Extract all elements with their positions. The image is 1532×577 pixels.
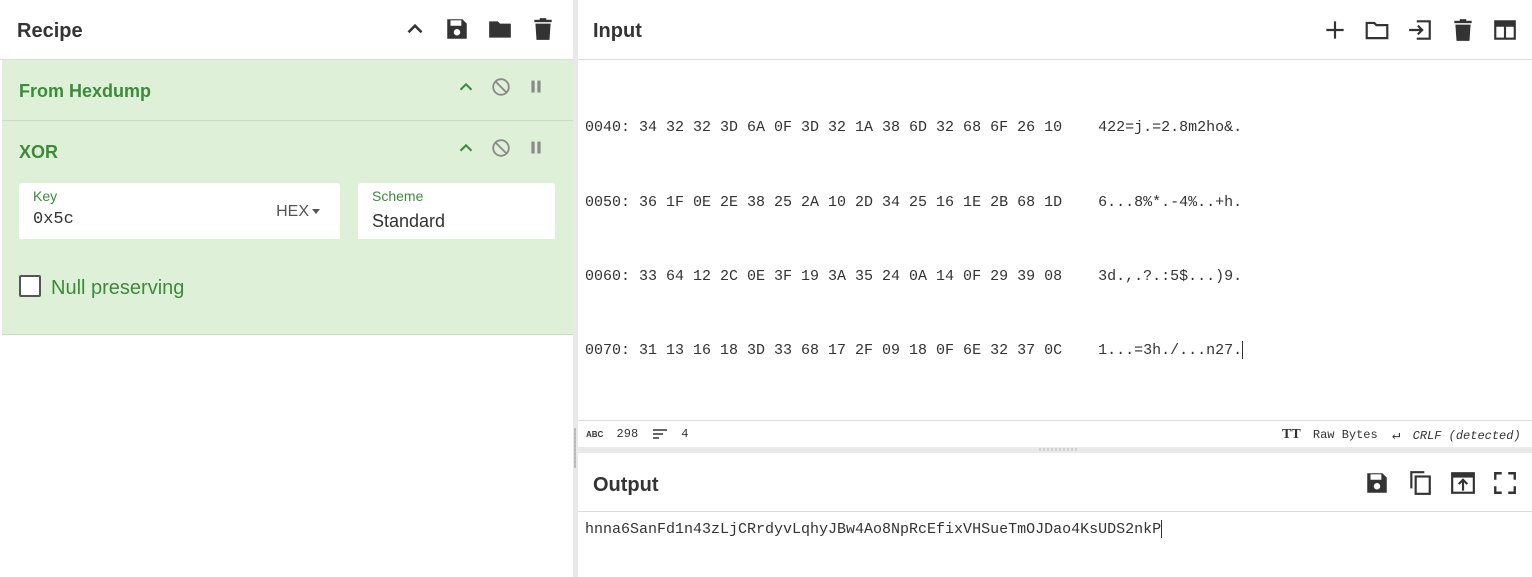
recipe-pane: Recipe From Hexdump XOR Key 0x5c HEX Sch… — [0, 0, 573, 577]
lines-stat: 4 — [652, 427, 688, 441]
operation-from-hexdump[interactable]: From Hexdump — [2, 60, 573, 121]
input-pane: Input 0040: 34 32 32 3D 6A 0F 3D 32 1A 3… — [578, 0, 1532, 448]
output-title: Output — [593, 474, 659, 496]
abc-icon: ABC — [586, 430, 604, 439]
null-preserving-checkbox[interactable] — [19, 275, 41, 297]
key-field[interactable]: Key 0x5c HEX — [19, 183, 340, 239]
import-icon[interactable] — [1407, 17, 1433, 43]
copy-icon[interactable] — [1407, 470, 1433, 496]
output-pane: Output hnna6SanFd1n43zLjCRrdyvLqhyJBw4Ao… — [578, 453, 1532, 577]
length-stat: ABC 298 — [586, 427, 638, 441]
text-cursor — [1161, 520, 1163, 538]
scheme-label: Scheme — [372, 188, 424, 204]
input-title: Input — [593, 20, 642, 42]
text-cursor — [1242, 340, 1244, 359]
maximize-icon[interactable] — [1492, 470, 1518, 496]
trash-icon[interactable] — [530, 16, 556, 42]
output-text[interactable]: hnna6SanFd1n43zLjCRrdyvLqhyJBw4Ao8NpRcEf… — [585, 520, 1163, 538]
plus-icon[interactable] — [1322, 17, 1348, 43]
eol-value: CRLF (detected) — [1412, 429, 1521, 443]
chevron-up-icon[interactable] — [455, 137, 477, 159]
layout-icon[interactable] — [1492, 17, 1518, 43]
open-in-input-icon[interactable] — [1450, 470, 1476, 496]
chevron-up-icon[interactable] — [402, 16, 428, 42]
operation-title: XOR — [19, 142, 59, 162]
return-arrow-icon: ↵ — [1392, 428, 1401, 444]
hexdump-line: 0060: 33 64 12 2C 0E 3F 19 3A 35 24 0A 1… — [585, 267, 1243, 285]
output-header: Output — [578, 453, 1532, 512]
hexdump-line: 0050: 36 1F 0E 2E 38 25 2A 10 2D 34 25 1… — [585, 193, 1243, 211]
folder-icon[interactable] — [1364, 17, 1390, 43]
text-size-icon: TT — [1282, 427, 1301, 442]
scheme-select[interactable]: Scheme Standard — [358, 183, 555, 239]
null-preserving-label[interactable]: Null preserving — [51, 277, 184, 300]
recipe-title: Recipe — [17, 20, 83, 42]
hexdump-line: 0040: 34 32 32 3D 6A 0F 3D 32 1A 38 6D 3… — [585, 119, 1243, 137]
folder-icon[interactable] — [487, 16, 513, 42]
pause-icon[interactable] — [525, 137, 547, 159]
encoding-value: Raw Bytes — [1312, 428, 1378, 442]
operation-xor[interactable]: XOR Key 0x5c HEX Scheme Standard — [2, 121, 573, 335]
lines-value: 4 — [681, 427, 689, 441]
trash-icon[interactable] — [1450, 17, 1476, 43]
key-label: Key — [33, 188, 58, 204]
scheme-value: Standard — [372, 211, 446, 231]
caret-down-icon — [312, 209, 320, 215]
length-value: 298 — [616, 427, 639, 441]
disable-icon[interactable] — [490, 76, 512, 98]
key-input[interactable]: 0x5c — [33, 210, 74, 229]
chevron-up-icon[interactable] — [455, 76, 477, 98]
input-status-bar: ABC 298 4 TT Raw Bytes ↵ CRLF (detected) — [578, 420, 1532, 448]
disable-icon[interactable] — [490, 137, 512, 159]
eol-selector[interactable]: ↵ CRLF (detected) — [1392, 427, 1521, 444]
encoding-selector[interactable]: TT Raw Bytes — [1282, 427, 1378, 443]
operation-title: From Hexdump — [19, 81, 152, 101]
lines-icon — [653, 429, 667, 439]
input-header: Input — [578, 0, 1532, 60]
save-icon[interactable] — [1364, 470, 1390, 496]
save-icon[interactable] — [444, 16, 470, 42]
key-format-dropdown[interactable]: HEX — [276, 203, 320, 221]
hexdump-line: 0070: 31 13 16 18 3D 33 68 17 2F 09 18 0… — [585, 340, 1244, 359]
input-textarea[interactable]: 0040: 34 32 32 3D 6A 0F 3D 32 1A 38 6D 3… — [585, 67, 1528, 413]
key-format-label: HEX — [276, 203, 309, 220]
pause-icon[interactable] — [525, 76, 547, 98]
recipe-header: Recipe — [0, 0, 573, 60]
